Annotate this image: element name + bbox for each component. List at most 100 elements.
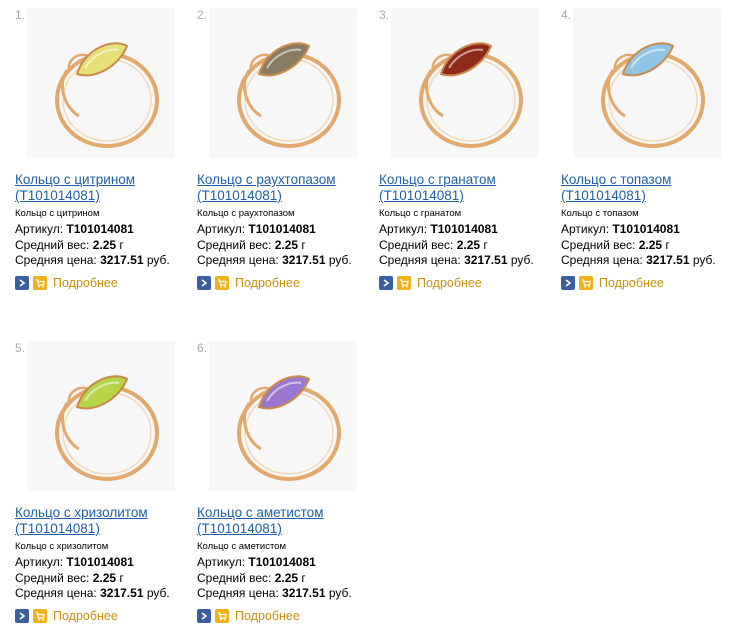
product-actions: Подробнее [379,275,482,291]
price-currency: руб. [328,253,352,267]
product-title-link[interactable]: Кольцо с раухтопазом (T101014081) [197,172,372,204]
price-value: 3217.51 [100,253,144,267]
weight-value: 2.25 [92,238,117,252]
weight-row: Средний вес: 2.25 г [379,238,488,252]
weight-unit: г [483,238,488,252]
more-details-link[interactable]: Подробнее [235,276,300,290]
weight-value: 2.25 [274,571,299,585]
product-actions: Подробнее [561,275,664,291]
article-row: Артикул: T101014081 [379,222,498,236]
weight-row: Средний вес: 2.25 г [15,238,124,252]
weight-label: Средний вес: [561,238,636,252]
product-image[interactable] [209,341,357,491]
price-value: 3217.51 [646,253,690,267]
price-row: Средняя цена: 3217.51 руб. [15,253,170,267]
cart-icon[interactable] [397,276,411,290]
price-label: Средняя цена: [15,253,97,267]
ring-image [55,375,159,481]
price-value: 3217.51 [282,586,326,600]
arrow-right-icon[interactable] [197,609,211,623]
article-value: T101014081 [248,222,316,236]
product-title-link[interactable]: Кольцо с топазом (T101014081) [561,172,736,204]
weight-value: 2.25 [92,571,117,585]
product-subtitle: Кольцо с гранатом [379,208,462,219]
product-image[interactable] [27,341,175,491]
article-row: Артикул: T101014081 [561,222,680,236]
cart-icon[interactable] [33,609,47,623]
weight-value: 2.25 [638,238,663,252]
item-number: 4. [561,8,572,22]
more-details-link[interactable]: Подробнее [53,609,118,623]
price-currency: руб. [146,253,170,267]
weight-unit: г [665,238,670,252]
weight-unit: г [301,571,306,585]
ring-image [237,42,341,148]
weight-label: Средний вес: [379,238,454,252]
price-row: Средняя цена: 3217.51 руб. [197,586,352,600]
weight-row: Средний вес: 2.25 г [561,238,670,252]
cart-icon[interactable] [33,276,47,290]
price-row: Средняя цена: 3217.51 руб. [15,586,170,600]
arrow-right-icon[interactable] [379,276,393,290]
product-image[interactable] [573,8,721,158]
weight-unit: г [119,571,124,585]
cart-icon[interactable] [579,276,593,290]
article-row: Артикул: T101014081 [197,555,316,569]
weight-label: Средний вес: [197,571,272,585]
price-value: 3217.51 [282,253,326,267]
product-title-link[interactable]: Кольцо с цитрином (T101014081) [15,172,190,204]
ring-image [237,375,341,481]
product-actions: Подробнее [15,275,118,291]
product-grid: 1. Кольцо с цитрином (T101014081) Кольцо… [0,0,745,623]
cart-icon[interactable] [215,609,229,623]
price-label: Средняя цена: [15,586,97,600]
more-details-link[interactable]: Подробнее [417,276,482,290]
product-actions: Подробнее [15,608,118,624]
ring-image [419,42,523,148]
price-row: Средняя цена: 3217.51 руб. [561,253,716,267]
article-label: Артикул: [561,222,610,236]
weight-label: Средний вес: [15,238,90,252]
product-image[interactable] [391,8,539,158]
product-subtitle: Кольцо с хризолитом [15,541,109,552]
price-label: Средняя цена: [197,253,279,267]
article-label: Артикул: [197,222,246,236]
article-label: Артикул: [15,222,64,236]
article-value: T101014081 [430,222,498,236]
price-row: Средняя цена: 3217.51 руб. [197,253,352,267]
ring-image [601,42,705,148]
weight-row: Средний вес: 2.25 г [15,571,124,585]
more-details-link[interactable]: Подробнее [53,276,118,290]
product-image[interactable] [209,8,357,158]
price-row: Средняя цена: 3217.51 руб. [379,253,534,267]
product-image[interactable] [27,8,175,158]
more-details-link[interactable]: Подробнее [599,276,664,290]
item-number: 2. [197,8,208,22]
arrow-right-icon[interactable] [197,276,211,290]
product-subtitle: Кольцо с раухтопазом [197,208,295,219]
weight-row: Средний вес: 2.25 г [197,571,306,585]
arrow-right-icon[interactable] [15,276,29,290]
arrow-right-icon[interactable] [561,276,575,290]
article-value: T101014081 [248,555,316,569]
item-number: 1. [15,8,26,22]
article-label: Артикул: [15,555,64,569]
ring-image [55,42,159,148]
product-title-link[interactable]: Кольцо с аметистом (T101014081) [197,505,372,537]
price-label: Средняя цена: [379,253,461,267]
weight-value: 2.25 [274,238,299,252]
price-label: Средняя цена: [561,253,643,267]
cart-icon[interactable] [215,276,229,290]
article-row: Артикул: T101014081 [197,222,316,236]
product-subtitle: Кольцо с аметистом [197,541,286,552]
weight-value: 2.25 [456,238,481,252]
product-subtitle: Кольцо с цитрином [15,208,100,219]
more-details-link[interactable]: Подробнее [235,609,300,623]
price-label: Средняя цена: [197,586,279,600]
article-label: Артикул: [197,555,246,569]
arrow-right-icon[interactable] [15,609,29,623]
product-actions: Подробнее [197,275,300,291]
article-row: Артикул: T101014081 [15,222,134,236]
product-title-link[interactable]: Кольцо с гранатом (T101014081) [379,172,554,204]
product-title-link[interactable]: Кольцо с хризолитом (T101014081) [15,505,190,537]
